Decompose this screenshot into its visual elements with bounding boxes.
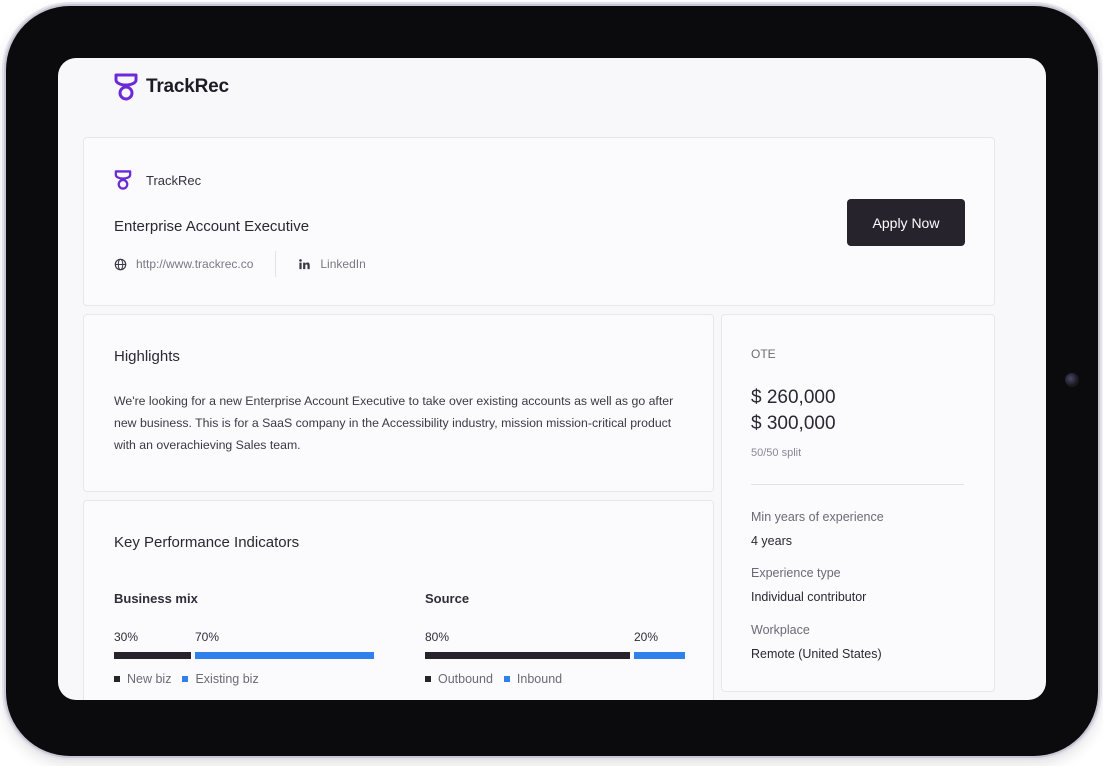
experience-type-label: Experience type bbox=[751, 566, 841, 580]
company-name: TrackRec bbox=[146, 172, 202, 188]
company-logo-icon bbox=[114, 170, 132, 190]
legend-new-biz-label: New biz bbox=[127, 672, 172, 686]
business-mix-bar bbox=[114, 652, 374, 659]
business-mix-label: Business mix bbox=[114, 591, 198, 606]
company-row: TrackRec bbox=[114, 170, 201, 190]
source-label: Source bbox=[425, 591, 470, 606]
min-years-label: Min years of experience bbox=[751, 510, 884, 524]
min-years-value: 4 years bbox=[751, 534, 792, 548]
links-divider bbox=[275, 251, 277, 277]
kpi-title: Key Performance Indicators bbox=[114, 534, 300, 551]
ote-split: 50/50 split bbox=[751, 447, 802, 459]
outbound-percent: 80% bbox=[425, 630, 450, 644]
globe-icon bbox=[114, 258, 127, 270]
blue-swatch-icon bbox=[503, 676, 510, 682]
details-divider bbox=[751, 484, 964, 485]
business-mix-legend: New biz Existing biz bbox=[114, 672, 374, 686]
website-link-label: http://www.trackrec.co bbox=[136, 257, 254, 271]
blue-swatch-icon bbox=[182, 676, 189, 682]
legend-new-biz: New biz bbox=[114, 672, 171, 686]
job-details-card: OTE $ 260,000 $ 300,000 50/50 split Min … bbox=[721, 314, 995, 692]
job-title: Enterprise Account Executive bbox=[114, 218, 310, 235]
new-biz-percent: 30% bbox=[114, 630, 139, 644]
company-card: TrackRec Enterprise Account Executive ht… bbox=[83, 137, 995, 306]
existing-biz-segment bbox=[195, 652, 374, 659]
legend-outbound-label: Outbound bbox=[438, 672, 493, 686]
highlights-card: Highlights We're looking for a new Enter… bbox=[83, 314, 714, 492]
kpi-card: Key Performance Indicators Business mix … bbox=[83, 500, 714, 700]
business-mix-percentages: 30% 70% bbox=[114, 630, 374, 646]
highlights-title: Highlights bbox=[114, 348, 180, 365]
legend-existing-biz-label: Existing biz bbox=[195, 672, 259, 686]
ote-low-value: $ 260,000 bbox=[751, 387, 836, 408]
ote-high-value: $ 300,000 bbox=[751, 413, 836, 434]
source-legend: Outbound Inbound bbox=[425, 672, 685, 686]
source-percentages: 80% 20% bbox=[425, 630, 685, 646]
source-bar bbox=[425, 652, 685, 659]
company-links: http://www.trackrec.co LinkedIn bbox=[114, 250, 366, 278]
dark-swatch-icon bbox=[425, 676, 431, 682]
brand-header: TrackRec bbox=[114, 72, 229, 102]
linkedin-link[interactable]: LinkedIn bbox=[298, 257, 366, 271]
source-block: Source 80% 20% Outbound Inbound bbox=[425, 591, 685, 686]
inbound-percent: 20% bbox=[634, 630, 659, 644]
new-biz-segment bbox=[114, 652, 191, 659]
apply-now-button[interactable]: Apply Now bbox=[847, 199, 965, 246]
experience-type-value: Individual contributor bbox=[751, 590, 867, 604]
outbound-segment bbox=[425, 652, 630, 659]
existing-biz-percent: 70% bbox=[195, 630, 220, 644]
linkedin-icon bbox=[299, 258, 311, 269]
legend-inbound-label: Inbound bbox=[516, 672, 563, 686]
screen: TrackRec TrackRec Enterprise Account Exe… bbox=[58, 58, 1046, 700]
legend-inbound: Inbound bbox=[503, 672, 563, 686]
business-mix-block: Business mix 30% 70% New biz Existing bi… bbox=[114, 591, 374, 686]
dark-swatch-icon bbox=[114, 676, 120, 682]
brand-name: TrackRec bbox=[146, 76, 229, 97]
website-link[interactable]: http://www.trackrec.co bbox=[114, 257, 253, 271]
trackrec-logo-icon bbox=[114, 73, 138, 101]
workplace-value: Remote (United States) bbox=[751, 647, 882, 661]
camera-dot bbox=[1065, 373, 1079, 387]
inbound-segment bbox=[634, 652, 685, 659]
workplace-label: Workplace bbox=[751, 623, 810, 637]
highlights-text: We're looking for a new Enterprise Accou… bbox=[114, 394, 674, 452]
linkedin-link-label: LinkedIn bbox=[320, 257, 366, 271]
legend-outbound: Outbound bbox=[425, 672, 493, 686]
ote-label: OTE bbox=[751, 347, 776, 361]
legend-existing-biz: Existing biz bbox=[182, 672, 259, 686]
